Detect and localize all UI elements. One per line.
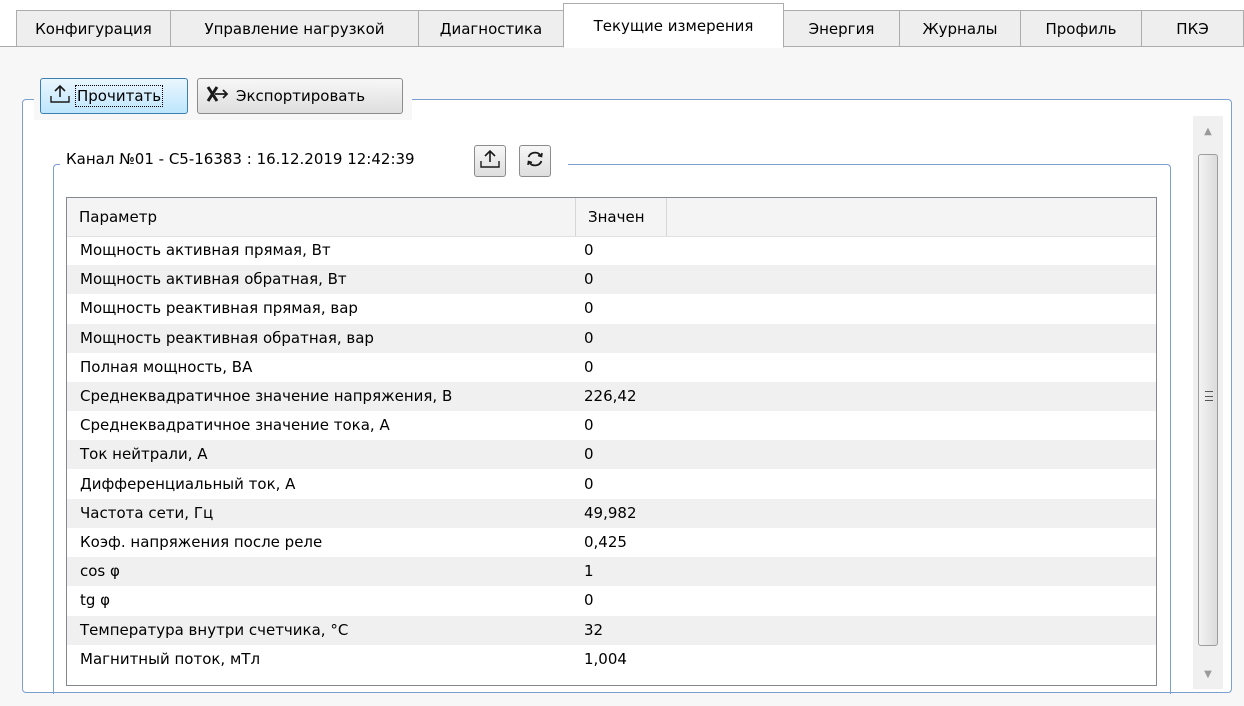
tab-label: Энергия bbox=[808, 19, 875, 38]
export-button-label: Экспортировать bbox=[236, 87, 366, 105]
grip-icon bbox=[1205, 391, 1213, 401]
table-row[interactable]: Коэф. напряжения после реле 0,425 bbox=[67, 528, 1156, 557]
value-cell: 49,982 bbox=[584, 503, 637, 522]
tab-load-control[interactable]: Управление нагрузкой bbox=[170, 10, 419, 47]
value-cell: 0 bbox=[584, 591, 594, 610]
table-row[interactable]: Магнитный поток, мТл 1,004 bbox=[67, 645, 1156, 674]
tab-bar: Конфигурация Управление нагрузкой Диагно… bbox=[0, 0, 1244, 48]
table-row[interactable]: Среднеквадратичное значение тока, А 0 bbox=[67, 411, 1156, 440]
parameter-cell: Магнитный поток, мТл bbox=[80, 649, 261, 668]
tab-label: ПКЭ bbox=[1176, 19, 1209, 38]
upload-icon bbox=[49, 84, 71, 108]
value-cell: 32 bbox=[584, 620, 604, 639]
column-header-parameter[interactable]: Параметр bbox=[67, 198, 576, 236]
scrollbar-thumb[interactable] bbox=[1198, 154, 1218, 646]
table-row[interactable]: Температура внутри счетчика, °С 32 bbox=[67, 615, 1156, 645]
parameter-cell: Среднеквадратичное значение тока, А bbox=[80, 416, 390, 435]
table-row[interactable]: tg φ 0 bbox=[67, 586, 1156, 615]
table-row[interactable]: Полная мощность, ВА 0 bbox=[67, 353, 1156, 382]
parameter-cell: Мощность реактивная обратная, вар bbox=[80, 328, 374, 347]
table-row[interactable]: Мощность активная обратная, Вт 0 bbox=[67, 265, 1156, 295]
table-row[interactable]: Частота сети, Гц 49,982 bbox=[67, 498, 1156, 528]
tab-label: Журналы bbox=[922, 19, 998, 38]
value-cell: 1 bbox=[584, 562, 594, 581]
parameter-cell: Полная мощность, ВА bbox=[80, 357, 253, 376]
parameter-cell: cos φ bbox=[80, 562, 120, 581]
table-row[interactable]: Мощность реактивная обратная, вар 0 bbox=[67, 323, 1156, 353]
value-cell: 0,425 bbox=[584, 533, 627, 551]
parameter-cell: tg φ bbox=[80, 591, 111, 610]
tab-label: Диагностика bbox=[439, 19, 543, 38]
scroll-down-icon[interactable]: ▼ bbox=[1193, 659, 1223, 689]
tab-label: Управление нагрузкой bbox=[204, 19, 385, 38]
table-row[interactable]: Среднеквадратичное значение напряжения, … bbox=[67, 382, 1156, 411]
scroll-up-icon[interactable]: ▲ bbox=[1193, 116, 1223, 146]
table-row[interactable]: Дифференциальный ток, А 0 bbox=[67, 470, 1156, 499]
tab-journals[interactable]: Журналы bbox=[899, 10, 1021, 47]
value-cell: 226,42 bbox=[584, 387, 637, 405]
read-button-label: Прочитать bbox=[74, 85, 164, 107]
parameter-cell: Температура внутри счетчика, °С bbox=[80, 620, 349, 639]
column-header-value[interactable]: Значен bbox=[576, 198, 667, 236]
read-button[interactable]: Прочитать bbox=[40, 78, 188, 114]
upload-icon bbox=[479, 149, 501, 173]
table-row[interactable]: cos φ 1 bbox=[67, 557, 1156, 587]
parameter-cell: Дифференциальный ток, А bbox=[80, 474, 296, 493]
tab-profile[interactable]: Профиль bbox=[1020, 10, 1142, 47]
value-cell: 0 bbox=[584, 474, 594, 493]
tab-configuration[interactable]: Конфигурация bbox=[16, 10, 171, 47]
tab-current-measurements[interactable]: Текущие измерения bbox=[563, 3, 784, 48]
export-icon bbox=[206, 84, 230, 108]
value-cell: 0 bbox=[584, 416, 594, 435]
value-cell: 0 bbox=[584, 299, 594, 318]
parameter-cell: Мощность активная обратная, Вт bbox=[80, 270, 347, 289]
table-row[interactable]: Мощность реактивная прямая, вар 0 bbox=[67, 294, 1156, 323]
tab-pke[interactable]: ПКЭ bbox=[1141, 10, 1244, 47]
tab-diagnostics[interactable]: Диагностика bbox=[418, 10, 564, 47]
value-cell: 0 bbox=[584, 241, 594, 259]
parameter-cell: Частота сети, Гц bbox=[80, 503, 214, 522]
table-row[interactable]: Ток нейтрали, А 0 bbox=[67, 440, 1156, 470]
value-cell: 0 bbox=[584, 270, 594, 289]
parameter-cell: Среднеквадратичное значение напряжения, … bbox=[80, 387, 453, 405]
parameter-cell: Коэф. напряжения после реле bbox=[80, 533, 323, 551]
channel-title: Канал №01 - С5-16383 : 16.12.2019 12:42:… bbox=[66, 150, 415, 168]
value-cell: 0 bbox=[584, 445, 594, 464]
tab-energy[interactable]: Энергия bbox=[783, 10, 900, 47]
table-header: Параметр Значен bbox=[67, 198, 1156, 237]
table-row[interactable]: Мощность активная прямая, Вт 0 bbox=[67, 236, 1156, 265]
channel-read-button[interactable] bbox=[474, 145, 506, 177]
channel-refresh-button[interactable] bbox=[519, 145, 551, 177]
parameter-cell: Мощность активная прямая, Вт bbox=[80, 241, 331, 259]
value-cell: 0 bbox=[584, 328, 594, 347]
value-cell: 0 bbox=[584, 357, 594, 376]
parameter-cell: Ток нейтрали, А bbox=[80, 445, 208, 464]
export-button[interactable]: Экспортировать bbox=[197, 78, 403, 114]
value-cell: 1,004 bbox=[584, 649, 627, 668]
tab-label: Профиль bbox=[1045, 19, 1117, 38]
refresh-icon bbox=[524, 148, 546, 174]
tab-label: Конфигурация bbox=[35, 19, 152, 38]
vertical-scrollbar[interactable]: ▲ ▼ bbox=[1193, 116, 1223, 689]
measurements-table: Параметр Значен Мощность активная прямая… bbox=[66, 197, 1157, 686]
tab-label: Текущие измерения bbox=[593, 16, 754, 35]
parameter-cell: Мощность реактивная прямая, вар bbox=[80, 299, 358, 318]
